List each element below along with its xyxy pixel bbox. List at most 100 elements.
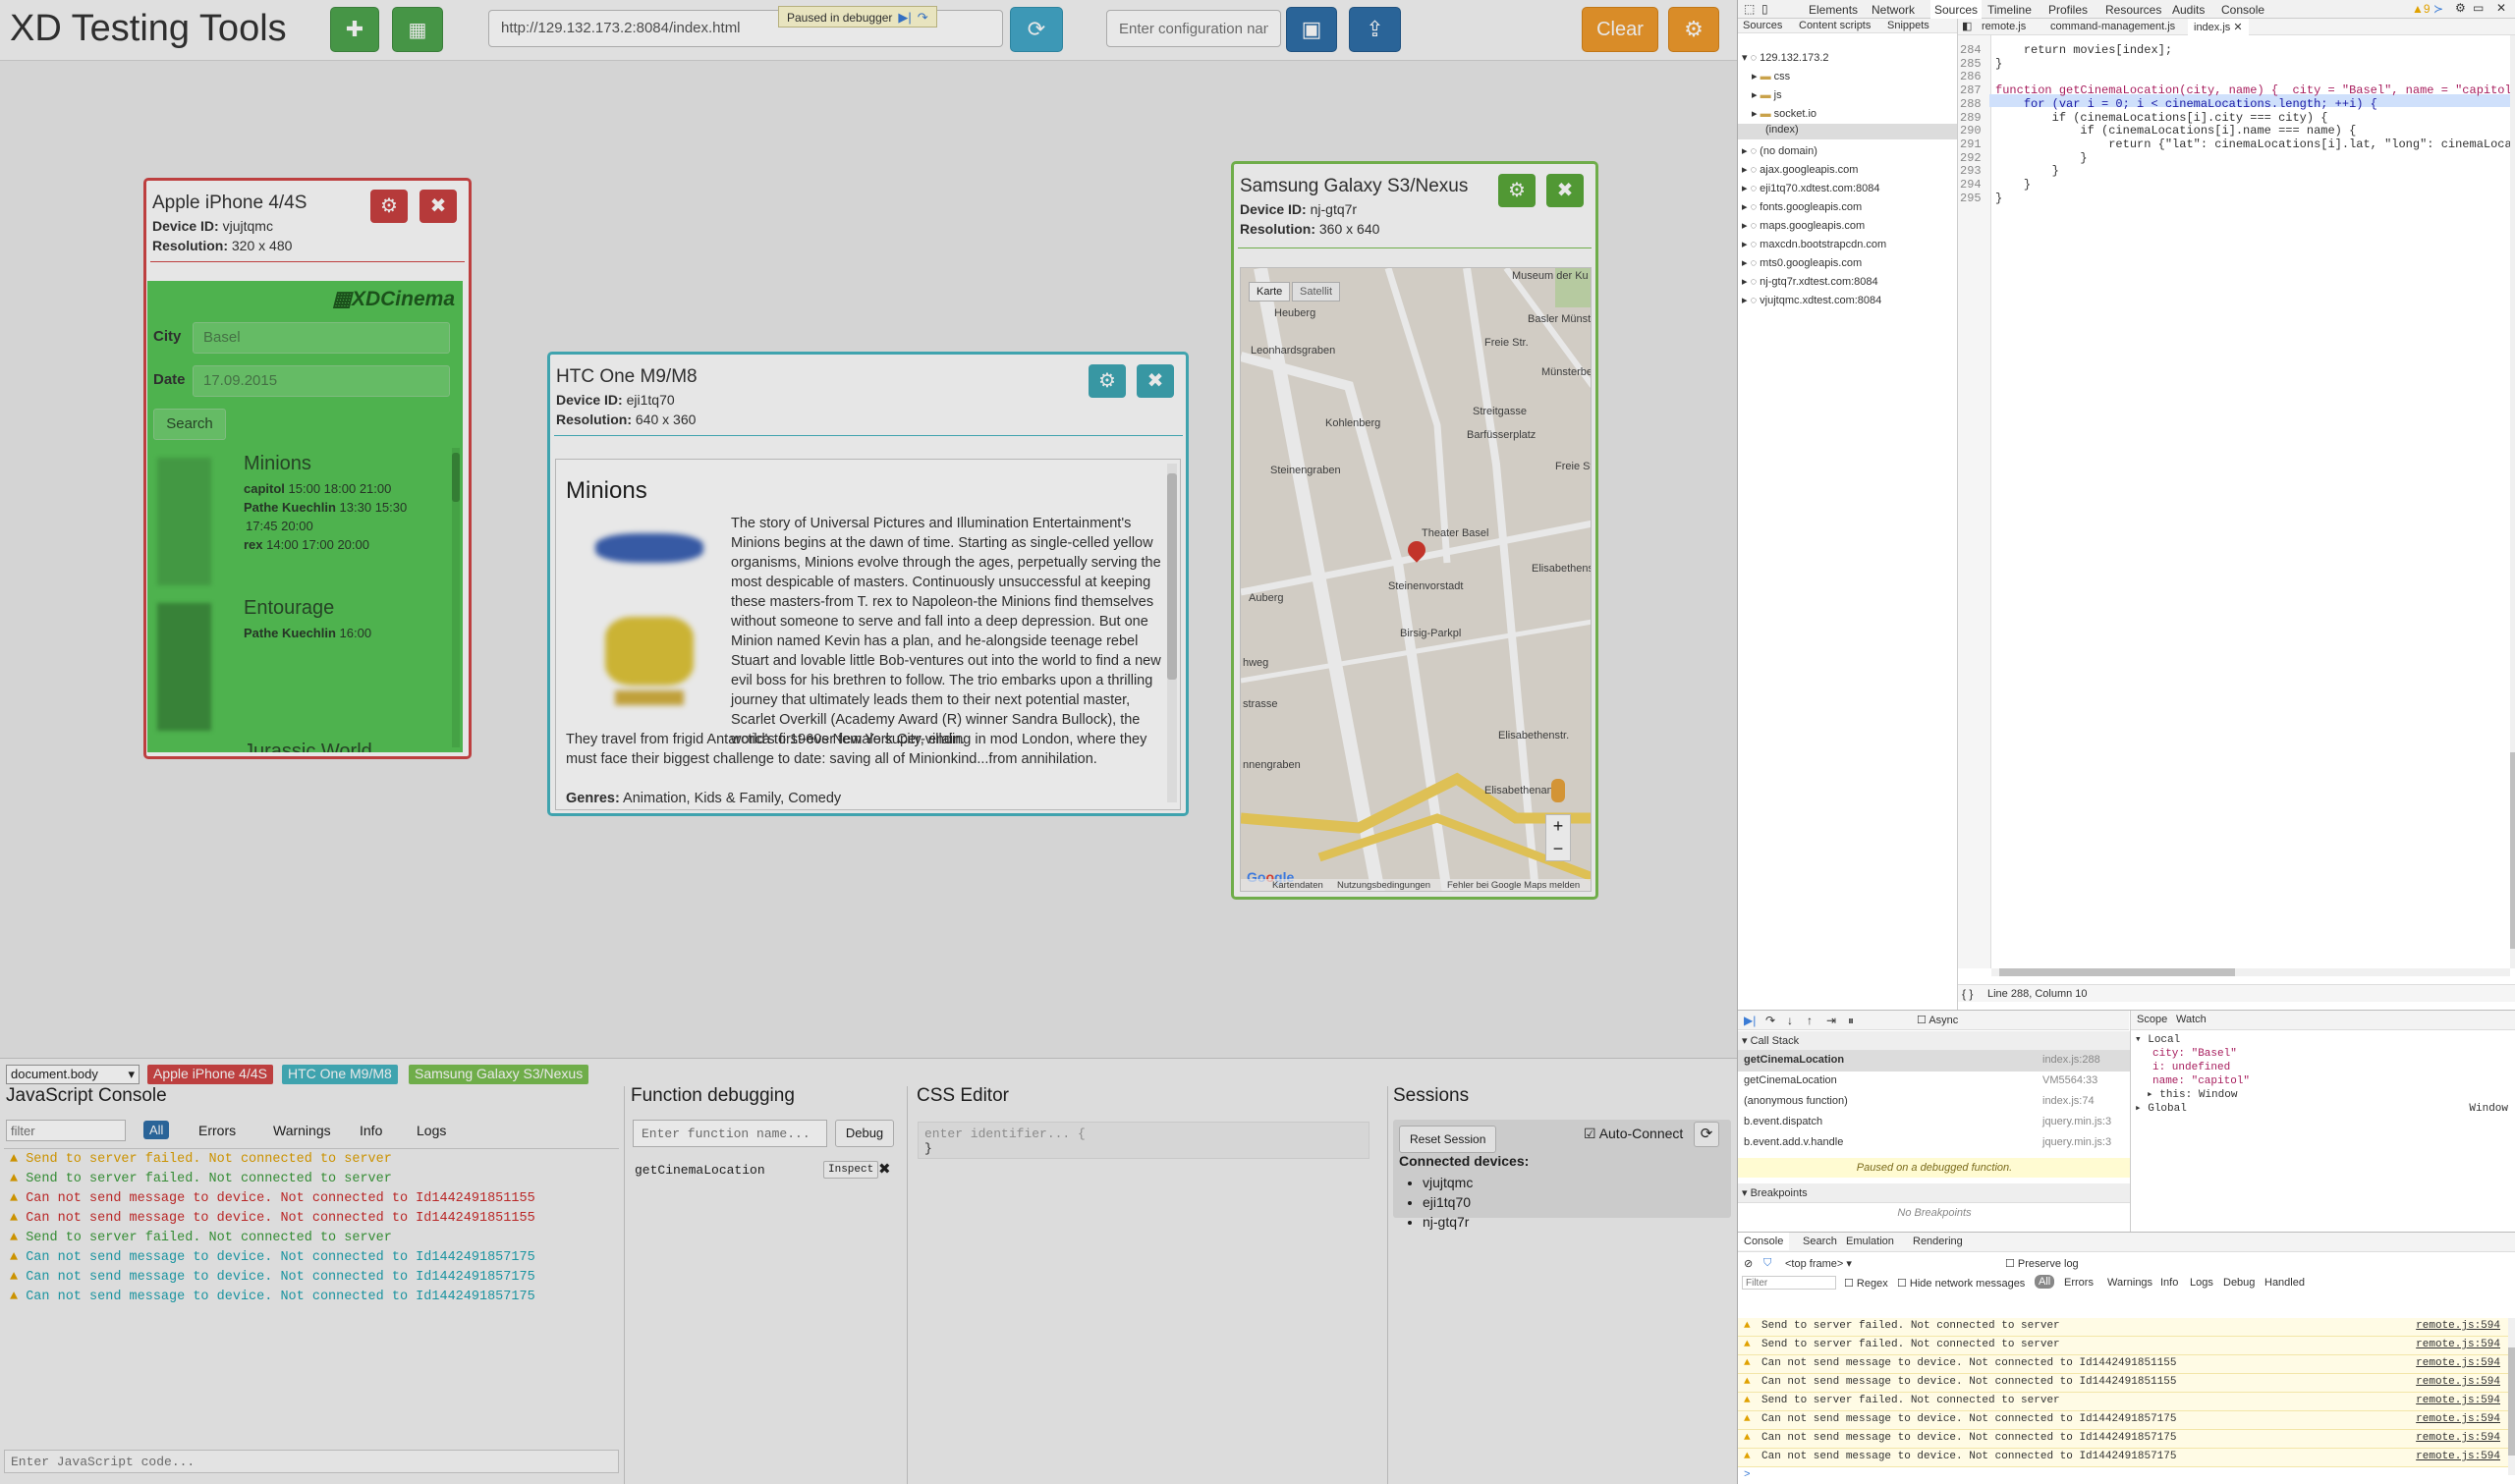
- file-tab-remote[interactable]: remote.js: [1982, 21, 2026, 32]
- zoom-in-button[interactable]: +: [1546, 815, 1570, 838]
- tab-scope[interactable]: Scope: [2137, 1014, 2167, 1025]
- filter-errors[interactable]: Errors: [198, 1123, 236, 1138]
- movie-item-entourage[interactable]: Entourage Pathe Kuechlin 16:00: [244, 597, 371, 642]
- reset-session-button[interactable]: Reset Session: [1399, 1126, 1497, 1153]
- device-mode-icon[interactable]: ▯: [1761, 2, 1768, 16]
- source-link[interactable]: remote.js:594: [2416, 1339, 2500, 1350]
- source-link[interactable]: remote.js:594: [2416, 1357, 2500, 1369]
- preserve-log-checkbox[interactable]: ☐ Preserve log: [2005, 1257, 2079, 1270]
- scrollbar[interactable]: [452, 448, 460, 747]
- warning-count[interactable]: ▲9: [2412, 2, 2431, 16]
- level-debug[interactable]: Debug: [2223, 1277, 2255, 1289]
- device-settings-button[interactable]: ⚙: [1498, 174, 1536, 207]
- stack-frame[interactable]: getCinemaLocation index.js:288: [1738, 1051, 2131, 1072]
- date-input[interactable]: 17.09.2015: [193, 365, 450, 397]
- level-warnings[interactable]: Warnings: [2107, 1277, 2152, 1289]
- movie-poster-entourage[interactable]: [157, 603, 211, 731]
- step-out-icon[interactable]: ↑: [1807, 1014, 1813, 1027]
- tab-audits[interactable]: Audits: [2172, 3, 2205, 17]
- nav-tab-content-scripts[interactable]: Content scripts: [1799, 20, 1871, 31]
- level-logs[interactable]: Logs: [2190, 1277, 2213, 1289]
- city-input[interactable]: Basel: [193, 322, 450, 354]
- console-drawer-icon[interactable]: ≻: [2433, 2, 2443, 16]
- file-tab-command-management[interactable]: command-management.js: [2050, 21, 2175, 32]
- filter-icon[interactable]: ⛉: [1763, 1257, 1771, 1270]
- source-link[interactable]: remote.js:594: [2416, 1376, 2500, 1388]
- console-filter-input[interactable]: [6, 1120, 126, 1141]
- frame-selector[interactable]: <top frame> ▾: [1785, 1257, 1852, 1270]
- tab-elements[interactable]: Elements: [1809, 3, 1858, 17]
- reload-button[interactable]: ⟳: [1010, 7, 1063, 52]
- scope-global[interactable]: ▸ Global Window: [2135, 1102, 2512, 1116]
- tree-item[interactable]: ▸ ◌ ajax.googleapis.com: [1742, 163, 1858, 176]
- drawer-tab-search[interactable]: Search: [1803, 1236, 1837, 1247]
- pegman-icon[interactable]: [1551, 779, 1565, 802]
- device-close-button[interactable]: ✖: [419, 190, 457, 223]
- save-config-button[interactable]: ▣: [1286, 7, 1337, 52]
- clear-button[interactable]: Clear: [1582, 7, 1658, 52]
- nav-tab-snippets[interactable]: Snippets: [1887, 20, 1929, 31]
- breakpoints-header[interactable]: ▾ Breakpoints: [1738, 1183, 2131, 1203]
- upload-config-button[interactable]: ⇪: [1349, 7, 1401, 52]
- tree-item[interactable]: ▾ ◌ 129.132.173.2: [1742, 51, 1829, 64]
- hide-network-checkbox[interactable]: ☐ Hide network messages: [1897, 1277, 2025, 1290]
- movie-item-minions[interactable]: Minions capitol 15:00 18:00 21:00 Pathe …: [244, 453, 407, 554]
- stack-frame[interactable]: (anonymous function) index.js:74: [1738, 1092, 2131, 1113]
- device-close-button[interactable]: ✖: [1546, 174, 1584, 207]
- device-tag-htc[interactable]: HTC One M9/M8: [282, 1065, 398, 1084]
- tree-item[interactable]: ▸ ◌ eji1tq70.xdtest.com:8084: [1742, 182, 1879, 194]
- drawer-tab-console[interactable]: Console: [1738, 1233, 1790, 1250]
- file-tab-index[interactable]: index.js ✕: [2188, 19, 2249, 35]
- source-link[interactable]: remote.js:594: [2416, 1413, 2500, 1425]
- tab-network[interactable]: Network: [1872, 3, 1915, 17]
- call-stack-header[interactable]: ▾ Call Stack: [1738, 1031, 2131, 1051]
- deactivate-breakpoints-icon[interactable]: ⇥: [1826, 1014, 1836, 1027]
- tree-item[interactable]: ▸ ◌ (no domain): [1742, 144, 1817, 157]
- source-link[interactable]: remote.js:594: [2416, 1451, 2500, 1462]
- tab-watch[interactable]: Watch: [2176, 1014, 2207, 1025]
- step-over-icon[interactable]: ↷: [1765, 1014, 1775, 1027]
- step-into-icon[interactable]: ↓: [1787, 1014, 1793, 1027]
- pretty-print-icon[interactable]: { }: [1962, 987, 1973, 1001]
- resume-icon[interactable]: ▶|: [1744, 1014, 1756, 1027]
- step-over-icon[interactable]: ↷: [918, 10, 928, 25]
- inspect-button[interactable]: Inspect: [823, 1161, 879, 1179]
- scope-var[interactable]: ▸ this: Window: [2135, 1088, 2512, 1102]
- resume-icon[interactable]: ▶|: [898, 10, 911, 25]
- qr-code-button[interactable]: ▦: [392, 7, 443, 52]
- stack-frame[interactable]: getCinemaLocation VM5564:33: [1738, 1072, 2131, 1092]
- async-checkbox[interactable]: ☐ Async: [1917, 1014, 1958, 1026]
- horizontal-scrollbar[interactable]: [1991, 968, 2510, 976]
- console-scrollbar[interactable]: [2508, 1318, 2515, 1475]
- tree-item[interactable]: ▸ ◌ vjujtqmc.xdtest.com:8084: [1742, 294, 1881, 306]
- filter-all[interactable]: All: [143, 1121, 170, 1139]
- element-selector[interactable]: document.body ▾: [6, 1065, 140, 1084]
- level-all[interactable]: All: [2035, 1275, 2055, 1289]
- toggle-navigator-icon[interactable]: ◧: [1962, 20, 1972, 32]
- code-editor[interactable]: 284 return movies[index]; 285 } 286 287 …: [1960, 43, 2515, 205]
- tab-console[interactable]: Console: [2221, 3, 2264, 17]
- scope-local[interactable]: ▾ Local: [2135, 1033, 2512, 1047]
- refresh-sessions-button[interactable]: ⟳: [1694, 1122, 1719, 1147]
- tree-item[interactable]: ▸ ▬ js: [1752, 88, 1782, 101]
- source-link[interactable]: remote.js:594: [2416, 1395, 2500, 1406]
- map-tab-karte[interactable]: Karte: [1249, 282, 1291, 302]
- level-errors[interactable]: Errors: [2064, 1277, 2094, 1289]
- auto-connect-toggle[interactable]: ☑ Auto-Connect: [1584, 1126, 1683, 1142]
- drawer-tab-emulation[interactable]: Emulation: [1846, 1236, 1894, 1247]
- tab-profiles[interactable]: Profiles: [2048, 3, 2088, 17]
- filter-warnings[interactable]: Warnings: [273, 1123, 331, 1138]
- filter-logs[interactable]: Logs: [417, 1123, 446, 1138]
- close-icon[interactable]: ✕: [2496, 1, 2506, 15]
- search-button[interactable]: Search: [153, 409, 226, 440]
- filter-info[interactable]: Info: [360, 1123, 382, 1138]
- movie-poster-minions[interactable]: [157, 458, 211, 585]
- function-name-input[interactable]: [633, 1120, 827, 1147]
- clear-console-icon[interactable]: ⊘: [1744, 1257, 1753, 1270]
- remove-function-icon[interactable]: ✖: [878, 1160, 891, 1178]
- tab-sources[interactable]: Sources: [1930, 0, 1983, 20]
- configuration-name-input[interactable]: [1106, 10, 1281, 47]
- tree-item[interactable]: ▸ ◌ nj-gtq7r.xdtest.com:8084: [1742, 275, 1878, 288]
- tab-resources[interactable]: Resources: [2105, 3, 2161, 17]
- css-editor-input[interactable]: enter identifier... {}: [918, 1122, 1369, 1159]
